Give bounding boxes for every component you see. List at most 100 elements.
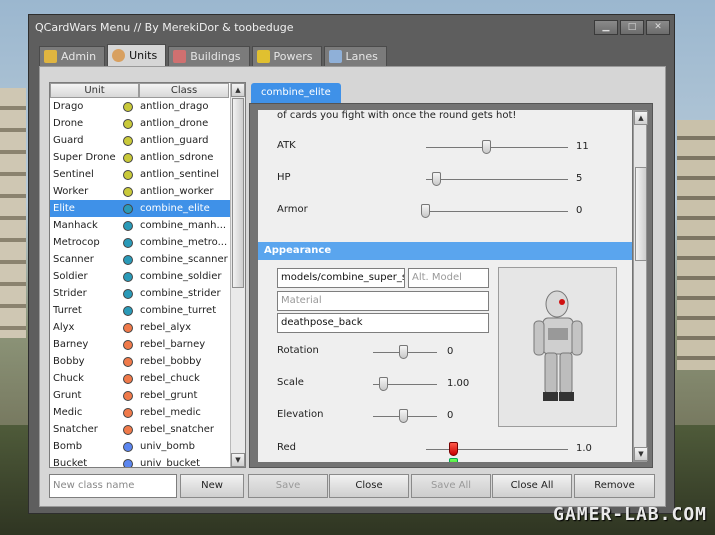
scroll-up-icon[interactable]: ▲	[231, 83, 245, 97]
alt-model-field[interactable]: Alt. Model	[408, 268, 489, 288]
unit-class: combine_metro...	[140, 237, 228, 248]
scale-value: 1.00	[447, 378, 470, 389]
faction-color-dot	[123, 407, 133, 418]
faction-color-dot	[123, 424, 133, 435]
unit-name: Sentinel	[53, 169, 94, 180]
hp-slider-track[interactable]	[426, 179, 568, 180]
list-rows: Drago antlion_drago Drone antlion_drone Guar…	[50, 98, 230, 467]
editor-scroll-up-icon[interactable]: ▲	[634, 111, 648, 125]
unit-class: antlion_sdrone	[140, 152, 214, 163]
armor-slider-track[interactable]	[426, 211, 568, 212]
atk-slider-track[interactable]	[426, 147, 568, 148]
list-item[interactable]: Guard antlion_guard	[50, 132, 230, 149]
list-item[interactable]: Elite combine_elite	[50, 200, 230, 217]
background-building-right	[677, 120, 715, 370]
list-item[interactable]: Soldier combine_soldier	[50, 268, 230, 285]
armor-slider-handle[interactable]	[421, 204, 430, 218]
list-item[interactable]: Strider combine_strider	[50, 285, 230, 302]
list-item[interactable]: Worker antlion_worker	[50, 183, 230, 200]
column-header-unit[interactable]: Unit	[50, 83, 139, 98]
atk-label: ATK	[277, 140, 296, 151]
hp-label: HP	[277, 172, 291, 183]
faction-color-dot	[123, 441, 133, 452]
column-header-class[interactable]: Class	[139, 83, 229, 98]
close-window-button[interactable]: ✕	[646, 20, 670, 35]
unit-class: univ_bomb	[140, 441, 195, 452]
window-controls: ▁ □ ✕	[594, 20, 670, 35]
unit-class: antlion_guard	[140, 135, 209, 146]
close-button[interactable]: Close	[329, 474, 409, 498]
list-item[interactable]: Super Drone antlion_sdrone	[50, 149, 230, 166]
save-all-button[interactable]: Save All	[411, 474, 491, 498]
unit-class: combine_manh...	[140, 220, 227, 231]
unit-name: Drone	[53, 118, 84, 129]
unit-name: Super Drone	[53, 152, 116, 163]
maximize-button[interactable]: □	[620, 20, 644, 35]
editor-scrollbar[interactable]: ▲ ▼	[633, 110, 648, 462]
list-item[interactable]: Metrocop combine_metro...	[50, 234, 230, 251]
rotation-slider-handle[interactable]	[399, 345, 408, 359]
atk-slider-handle[interactable]	[482, 140, 491, 154]
list-item[interactable]: Turret combine_turret	[50, 302, 230, 319]
editor-content: of cards you fight with once the round g…	[258, 110, 632, 462]
new-class-name-input[interactable]: New class name	[49, 474, 177, 498]
list-item[interactable]: Drago antlion_drago	[50, 98, 230, 115]
unit-name: Manhack	[53, 220, 98, 231]
unit-class: rebel_medic	[140, 407, 201, 418]
list-item[interactable]: Alyx rebel_alyx	[50, 319, 230, 336]
faction-color-dot	[123, 118, 133, 129]
faction-color-dot	[123, 237, 133, 248]
list-item[interactable]: Drone antlion_drone	[50, 115, 230, 132]
bricks-icon	[173, 50, 187, 63]
remove-button[interactable]: Remove	[574, 474, 655, 498]
list-item[interactable]: Scanner combine_scanner	[50, 251, 230, 268]
title-bar[interactable]: QCardWars Menu // By MerekiDor & toobedu…	[29, 15, 674, 41]
list-item[interactable]: Chuck rebel_chuck	[50, 370, 230, 387]
list-item[interactable]: Medic rebel_medic	[50, 404, 230, 421]
scroll-thumb[interactable]	[232, 98, 244, 288]
tab-buildings[interactable]: Buildings	[168, 46, 250, 66]
pose-field[interactable]: deathpose_back	[277, 313, 489, 333]
green-slider-handle[interactable]	[449, 458, 458, 462]
scroll-down-icon[interactable]: ▼	[231, 453, 245, 467]
unit-class: combine_elite	[140, 203, 210, 214]
minimize-button[interactable]: ▁	[594, 20, 618, 35]
red-slider-track[interactable]	[426, 449, 568, 450]
new-button[interactable]: New	[180, 474, 244, 498]
red-label: Red	[277, 442, 296, 453]
save-button[interactable]: Save	[248, 474, 328, 498]
armor-label: Armor	[277, 204, 308, 215]
tab-lanes[interactable]: Lanes	[323, 46, 387, 66]
material-field[interactable]: Material	[277, 291, 489, 311]
hp-slider-handle[interactable]	[432, 172, 441, 186]
tab-combine-elite[interactable]: combine_elite	[251, 83, 341, 103]
close-all-button[interactable]: Close All	[492, 474, 572, 498]
appearance-header[interactable]: Appearance	[258, 242, 632, 260]
tab-units[interactable]: Units	[107, 44, 167, 66]
tab-powers[interactable]: Powers	[251, 46, 322, 66]
scale-slider-handle[interactable]	[379, 377, 388, 391]
faction-color-dot	[123, 458, 133, 467]
faction-color-dot	[123, 254, 133, 265]
elevation-value: 0	[447, 410, 454, 421]
unit-class: antlion_drone	[140, 118, 209, 129]
armor-value: 0	[576, 205, 583, 216]
list-item[interactable]: Bomb univ_bomb	[50, 438, 230, 455]
unit-class: antlion_worker	[140, 186, 214, 197]
editor-scroll-thumb[interactable]	[635, 167, 647, 261]
list-scrollbar[interactable]: ▲ ▼	[230, 83, 245, 467]
red-slider-handle[interactable]	[449, 442, 458, 456]
list-item[interactable]: Sentinel antlion_sentinel	[50, 166, 230, 183]
list-item[interactable]: Snatcher rebel_snatcher	[50, 421, 230, 438]
tab-admin[interactable]: Admin	[39, 46, 106, 66]
editor-scroll-down-icon[interactable]: ▼	[634, 447, 648, 461]
list-item[interactable]: Barney rebel_barney	[50, 336, 230, 353]
list-item[interactable]: Manhack combine_manh...	[50, 217, 230, 234]
list-item[interactable]: Bucket univ_bucket	[50, 455, 230, 467]
model-field[interactable]: models/combine_super_so	[277, 268, 405, 288]
elevation-slider-handle[interactable]	[399, 409, 408, 423]
list-item[interactable]: Bobby rebel_bobby	[50, 353, 230, 370]
unit-list: Unit Class Drago antlion_drago Drone antlio…	[49, 82, 246, 468]
unit-class: rebel_snatcher	[140, 424, 215, 435]
list-item[interactable]: Grunt rebel_grunt	[50, 387, 230, 404]
